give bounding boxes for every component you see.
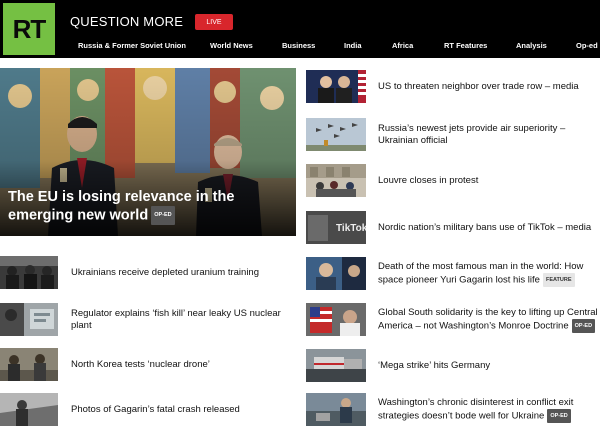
op-ed-badge: OP-ED — [547, 409, 571, 423]
story-headline-text: Global South solidarity is the key to li… — [378, 307, 598, 332]
list-item[interactable]: Regulator explains ‘fish kill’ near leak… — [0, 303, 296, 337]
story-headline[interactable]: Regulator explains ‘fish kill’ near leak… — [71, 308, 296, 332]
nav-item-rt-features[interactable]: RT Features — [444, 41, 487, 50]
story-headline[interactable]: Louvre closes in protest — [378, 175, 600, 187]
story-thumbnail — [306, 393, 366, 426]
story-headline[interactable]: Nordic nation’s military bans use of Tik… — [378, 222, 600, 234]
live-button[interactable]: LIVE — [195, 14, 233, 30]
list-item[interactable]: US to threaten neighbor over trade row –… — [306, 70, 600, 104]
nav-item-business[interactable]: Business — [282, 41, 315, 50]
story-headline[interactable]: Washington’s chronic disinterest in conf… — [378, 397, 600, 423]
nav-item-africa[interactable]: Africa — [392, 41, 413, 50]
story-headline[interactable]: US to threaten neighbor over trade row –… — [378, 81, 600, 93]
story-thumbnail — [0, 393, 58, 426]
story-headline[interactable]: Photos of Gagarin’s fatal crash released — [71, 404, 296, 416]
story-thumbnail — [306, 257, 366, 290]
story-thumbnail — [306, 118, 366, 151]
list-item[interactable]: Washington’s chronic disinterest in conf… — [306, 393, 600, 427]
hero-story[interactable]: The EU is losing relevance in the emergi… — [0, 68, 296, 236]
story-thumbnail — [0, 303, 58, 336]
nav-item-russia[interactable]: Russia & Former Soviet Union — [78, 41, 186, 50]
story-headline[interactable]: Russia’s newest jets provide air superio… — [378, 123, 600, 147]
list-item[interactable]: Louvre closes in protest — [306, 164, 600, 198]
story-headline[interactable]: Death of the most famous man in the worl… — [378, 261, 600, 287]
list-item[interactable]: Photos of Gagarin’s fatal crash released — [0, 393, 296, 427]
nav-item-op-ed[interactable]: Op-ed — [576, 41, 598, 50]
story-thumbnail: TikTok — [306, 211, 366, 244]
list-item[interactable]: ‘Mega strike’ hits Germany — [306, 349, 600, 383]
story-thumbnail — [0, 256, 58, 289]
story-headline[interactable]: Global South solidarity is the key to li… — [378, 307, 600, 333]
nav-item-india[interactable]: India — [344, 41, 362, 50]
story-thumbnail — [306, 70, 366, 103]
feature-badge: FEATURE — [542, 273, 575, 287]
hero-title[interactable]: The EU is losing relevance in the emergi… — [8, 189, 288, 225]
story-headline[interactable]: Ukrainians receive depleted uranium trai… — [71, 267, 296, 279]
story-headline[interactable]: North Korea tests ‘nuclear drone’ — [71, 359, 296, 371]
op-ed-badge: OP-ED — [571, 319, 596, 333]
story-thumbnail — [306, 164, 366, 197]
site-header: RT QUESTION MORE LIVE Russia & Former So… — [0, 0, 600, 58]
list-item[interactable]: TikTok Nordic nation’s military bans use… — [306, 211, 600, 245]
nav-item-analysis[interactable]: Analysis — [516, 41, 547, 50]
tagline: QUESTION MORE — [70, 14, 184, 29]
list-item[interactable]: Ukrainians receive depleted uranium trai… — [0, 256, 296, 290]
nav-item-world-news[interactable]: World News — [210, 41, 253, 50]
op-ed-badge: OP-ED — [151, 206, 175, 225]
story-headline[interactable]: ‘Mega strike’ hits Germany — [378, 360, 600, 372]
story-thumbnail — [306, 303, 366, 336]
story-headline-text: Washington’s chronic disinterest in conf… — [378, 397, 574, 422]
list-item[interactable]: Death of the most famous man in the worl… — [306, 257, 600, 291]
logo-text: RT — [12, 13, 47, 44]
list-item[interactable]: North Korea tests ‘nuclear drone’ — [0, 348, 296, 382]
list-item[interactable]: Global South solidarity is the key to li… — [306, 303, 600, 337]
hero-title-text: The EU is losing relevance in the emergi… — [8, 189, 235, 224]
list-item[interactable]: Russia’s newest jets provide air superio… — [306, 118, 600, 152]
story-thumbnail — [0, 348, 58, 381]
rt-logo[interactable]: RT — [3, 3, 55, 55]
story-thumbnail — [306, 349, 366, 382]
tiktok-logo-text: TikTok — [336, 223, 366, 234]
